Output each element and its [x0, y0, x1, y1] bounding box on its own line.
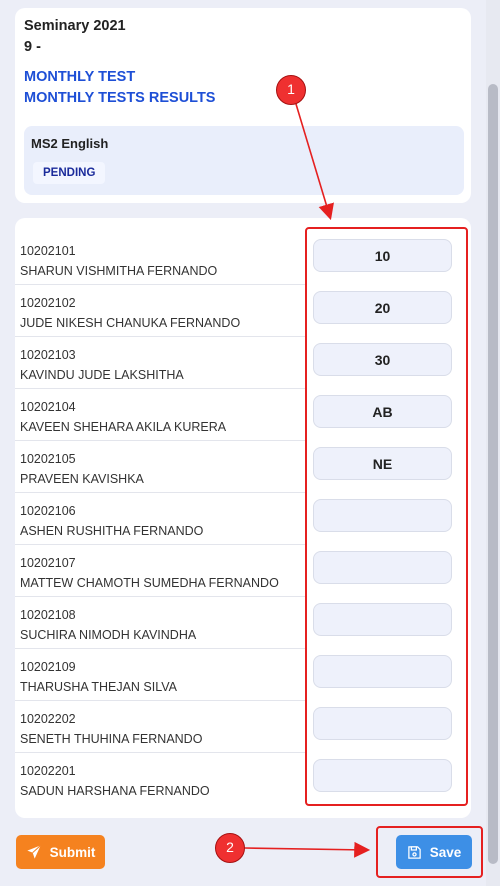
student-row: 10202202 SENETH THUHINA FERNANDO: [15, 701, 307, 753]
student-row: 10202108 SUCHIRA NIMODH KAVINDHA: [15, 597, 307, 649]
student-row: 10202201 SADUN HARSHANA FERNANDO: [15, 753, 307, 805]
student-name: SADUN HARSHANA FERNANDO: [20, 784, 210, 798]
student-name: KAVINDU JUDE LAKSHITHA: [20, 368, 184, 382]
student-id: 10202108: [20, 608, 76, 622]
student-name: KAVEEN SHEHARA AKILA KURERA: [20, 420, 227, 434]
annotation-marker-2: 2: [215, 833, 245, 863]
student-id: 10202102: [20, 296, 76, 310]
student-name: SUCHIRA NIMODH KAVINDHA: [20, 628, 197, 642]
student-row: 10202102 JUDE NIKESH CHANUKA FERNANDO: [15, 285, 307, 337]
student-name: THARUSHA THEJAN SILVA: [20, 680, 177, 694]
student-row: 10202103 KAVINDU JUDE LAKSHITHA: [15, 337, 307, 389]
mark-input[interactable]: [313, 395, 452, 428]
mark-input[interactable]: [313, 291, 452, 324]
monthly-tests-results-link[interactable]: MONTHLY TESTS RESULTS: [24, 90, 215, 106]
save-button[interactable]: Save: [396, 835, 472, 869]
student-id: 10202103: [20, 348, 76, 362]
status-badge: PENDING: [33, 162, 106, 184]
annotation-arrow-2: [244, 841, 371, 858]
mark-input[interactable]: [313, 447, 452, 480]
student-row: 10202106 ASHEN RUSHITHA FERNANDO: [15, 493, 307, 545]
floppy-disk-icon: [407, 845, 422, 860]
student-id: 10202201: [20, 764, 76, 778]
student-id: 10202101: [20, 244, 76, 258]
mark-input[interactable]: [313, 551, 452, 584]
student-name: SHARUN VISHMITHA FERNANDO: [20, 264, 218, 278]
subject-panel: MS2 English PENDING: [24, 126, 464, 195]
monthly-test-link[interactable]: MONTHLY TEST: [24, 69, 135, 85]
student-id: 10202104: [20, 400, 76, 414]
student-name: MATTEW CHAMOTH SUMEDHA FERNANDO: [20, 576, 279, 590]
mark-input[interactable]: [313, 239, 452, 272]
student-row: 10202107 MATTEW CHAMOTH SUMEDHA FERNANDO: [15, 545, 307, 597]
mark-input[interactable]: [313, 655, 452, 688]
student-id: 10202107: [20, 556, 76, 570]
submit-button[interactable]: Submit: [16, 835, 105, 869]
student-id: 10202109: [20, 660, 76, 674]
mark-input[interactable]: [313, 707, 452, 740]
student-id: 10202105: [20, 452, 76, 466]
scrollbar-track[interactable]: [486, 0, 500, 886]
student-row: 10202104 KAVEEN SHEHARA AKILA KURERA: [15, 389, 307, 441]
paper-plane-icon: [26, 844, 42, 860]
student-name: JUDE NIKESH CHANUKA FERNANDO: [20, 316, 241, 330]
student-name: SENETH THUHINA FERNANDO: [20, 732, 203, 746]
student-row: 10202105 PRAVEEN KAVISHKA: [15, 441, 307, 493]
student-name: PRAVEEN KAVISHKA: [20, 472, 144, 486]
subject-name: MS2 English: [31, 136, 109, 151]
scrollbar-thumb[interactable]: [488, 84, 498, 864]
save-button-label: Save: [429, 844, 462, 860]
page-subtitle: 9 -: [24, 39, 41, 55]
mark-input[interactable]: [313, 603, 452, 636]
submit-button-label: Submit: [49, 844, 96, 860]
page-title: Seminary 2021: [24, 18, 126, 34]
mark-input[interactable]: [313, 343, 452, 376]
student-name: ASHEN RUSHITHA FERNANDO: [20, 524, 204, 538]
student-id: 10202202: [20, 712, 76, 726]
header-card: Seminary 2021 9 - MONTHLY TEST MONTHLY T…: [15, 8, 471, 203]
student-row: 10202101 SHARUN VISHMITHA FERNANDO: [15, 233, 307, 285]
mark-input[interactable]: [313, 499, 452, 532]
mark-input[interactable]: [313, 759, 452, 792]
student-row: 10202109 THARUSHA THEJAN SILVA: [15, 649, 307, 701]
annotation-marker-1: 1: [276, 75, 306, 105]
student-id: 10202106: [20, 504, 76, 518]
